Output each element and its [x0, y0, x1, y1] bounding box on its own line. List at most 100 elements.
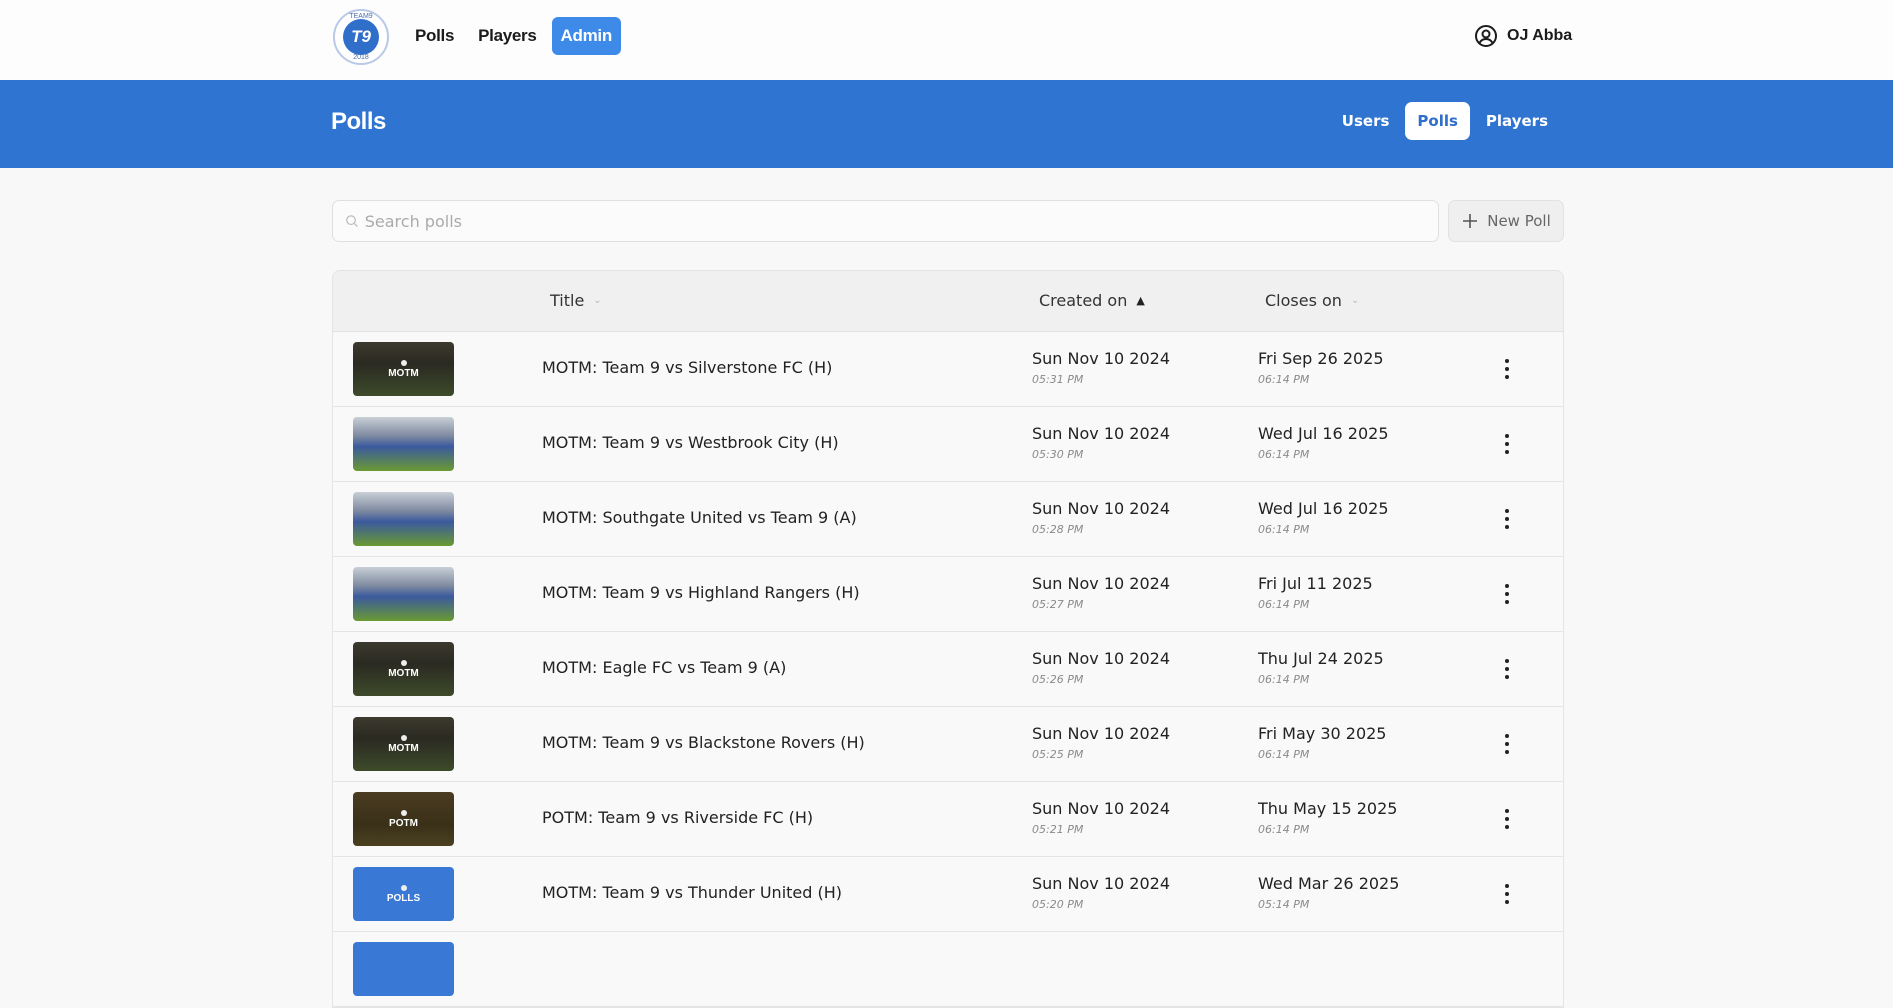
- created-date: Sun Nov 10 2024: [1032, 499, 1170, 518]
- more-options-icon[interactable]: [1501, 432, 1513, 456]
- poll-title[interactable]: MOTM: Team 9 vs Westbrook City (H): [542, 433, 839, 452]
- column-title-label: Title: [550, 291, 585, 310]
- more-options-icon[interactable]: [1501, 732, 1513, 756]
- chevron-up-icon: ▲: [1136, 294, 1145, 307]
- football-icon: [400, 809, 407, 816]
- plus-icon: [1463, 214, 1478, 228]
- created-date: Sun Nov 10 2024: [1032, 574, 1170, 593]
- poll-thumbnail: MOTM: [353, 717, 454, 771]
- new-poll-button[interactable]: New Poll: [1448, 200, 1564, 242]
- poll-thumbnail: [353, 942, 454, 996]
- chevron-down-icon: ⌄: [1350, 295, 1360, 306]
- polls-toolbar: New Poll: [332, 200, 1564, 242]
- football-icon: [400, 359, 407, 366]
- poll-title[interactable]: MOTM: Team 9 vs Thunder United (H): [542, 883, 842, 902]
- created-date: Sun Nov 10 2024: [1032, 649, 1170, 668]
- created-date: Sun Nov 10 2024: [1032, 799, 1170, 818]
- created-time: 05:31 PM: [1032, 373, 1084, 386]
- closes-date: Thu Jul 24 2025: [1258, 649, 1384, 668]
- closes-date: Wed Mar 26 2025: [1258, 874, 1400, 893]
- table-row[interactable]: MOTM MOTM: Team 9 vs Blackstone Rovers (H…: [333, 707, 1563, 782]
- thumbnail-label: MOTM: [388, 367, 419, 379]
- column-created-on[interactable]: Created on ▲: [1039, 291, 1145, 310]
- football-icon: [400, 734, 407, 741]
- poll-title[interactable]: MOTM: Team 9 vs Blackstone Rovers (H): [542, 733, 865, 752]
- closes-time: 06:14 PM: [1258, 523, 1310, 536]
- more-options-icon[interactable]: [1501, 582, 1513, 606]
- poll-title[interactable]: MOTM: Team 9 vs Silverstone FC (H): [542, 358, 832, 377]
- created-time: 05:27 PM: [1032, 598, 1084, 611]
- chevron-down-icon: ⌄: [593, 295, 602, 306]
- top-navbar: TEAM9 T9 2018 Polls Players Admin OJ Abb…: [0, 0, 1893, 80]
- closes-time: 05:14 PM: [1258, 898, 1310, 911]
- team-logo[interactable]: TEAM9 T9 2018: [333, 9, 389, 65]
- poll-title[interactable]: MOTM: Southgate United vs Team 9 (A): [542, 508, 857, 527]
- page-title: Polls: [331, 108, 386, 135]
- more-options-icon[interactable]: [1501, 657, 1513, 681]
- column-closes-label: Closes on: [1265, 291, 1342, 310]
- poll-thumbnail: POTM: [353, 792, 454, 846]
- thumbnail-label: MOTM: [388, 742, 419, 754]
- more-options-icon[interactable]: [1501, 357, 1513, 381]
- tab-users[interactable]: Users: [1330, 102, 1402, 140]
- closes-date: Wed Jul 16 2025: [1258, 424, 1389, 443]
- table-row[interactable]: MOTM: Team 9 vs Highland Rangers (H) Sun …: [333, 557, 1563, 632]
- table-row[interactable]: [333, 932, 1563, 1007]
- closes-time: 06:14 PM: [1258, 748, 1310, 761]
- poll-thumbnail: [353, 417, 454, 471]
- closes-time: 06:14 PM: [1258, 448, 1310, 461]
- user-circle-icon: [1475, 25, 1497, 47]
- more-options-icon[interactable]: [1501, 807, 1513, 831]
- poll-thumbnail: MOTM: [353, 342, 454, 396]
- closes-date: Fri Sep 26 2025: [1258, 349, 1384, 368]
- tab-players[interactable]: Players: [1474, 102, 1560, 140]
- search-box[interactable]: [332, 200, 1439, 242]
- polls-table: Title ⌄ Created on ▲ Closes on ⌄ MOTM MOT…: [332, 270, 1564, 1008]
- table-row[interactable]: MOTM MOTM: Eagle FC vs Team 9 (A) Sun Nov …: [333, 632, 1563, 707]
- created-date: Sun Nov 10 2024: [1032, 874, 1170, 893]
- logo-top-text: TEAM9: [349, 13, 373, 20]
- poll-thumbnail: POLLS: [353, 867, 454, 921]
- poll-title[interactable]: POTM: Team 9 vs Riverside FC (H): [542, 808, 813, 827]
- user-menu[interactable]: OJ Abba: [1474, 24, 1572, 48]
- more-options-icon[interactable]: [1501, 507, 1513, 531]
- poll-title[interactable]: MOTM: Team 9 vs Highland Rangers (H): [542, 583, 860, 602]
- table-row[interactable]: MOTM: Team 9 vs Westbrook City (H) Sun No…: [333, 407, 1563, 482]
- tab-polls[interactable]: Polls: [1405, 102, 1470, 140]
- more-options-icon[interactable]: [1501, 882, 1513, 906]
- football-icon: [400, 659, 407, 666]
- closes-date: Wed Jul 16 2025: [1258, 499, 1389, 518]
- table-body: MOTM MOTM: Team 9 vs Silverstone FC (H) Su…: [333, 332, 1563, 1007]
- closes-time: 06:14 PM: [1258, 373, 1310, 386]
- page-header: Polls Users Polls Players: [0, 80, 1893, 168]
- nav-players[interactable]: Players: [469, 17, 545, 55]
- closes-date: Thu May 15 2025: [1258, 799, 1398, 818]
- new-poll-label: New Poll: [1487, 212, 1551, 230]
- column-created-label: Created on: [1039, 291, 1128, 310]
- created-time: 05:25 PM: [1032, 748, 1084, 761]
- column-title[interactable]: Title ⌄: [550, 291, 602, 310]
- created-date: Sun Nov 10 2024: [1032, 349, 1170, 368]
- thumbnail-label: MOTM: [388, 667, 419, 679]
- table-row[interactable]: MOTM: Southgate United vs Team 9 (A) Sun …: [333, 482, 1563, 557]
- closes-date: Fri Jul 11 2025: [1258, 574, 1373, 593]
- thumbnail-label: POLLS: [386, 892, 421, 904]
- closes-time: 06:14 PM: [1258, 823, 1310, 836]
- logo-center: T9: [343, 19, 379, 55]
- poll-title[interactable]: MOTM: Eagle FC vs Team 9 (A): [542, 658, 786, 677]
- column-closes-on[interactable]: Closes on ⌄: [1265, 291, 1359, 310]
- table-row[interactable]: POTM POTM: Team 9 vs Riverside FC (H) Sun …: [333, 782, 1563, 857]
- created-date: Sun Nov 10 2024: [1032, 724, 1170, 743]
- nav-admin[interactable]: Admin: [551, 17, 621, 55]
- created-time: 05:30 PM: [1032, 448, 1084, 461]
- created-time: 05:26 PM: [1032, 673, 1084, 686]
- search-input[interactable]: [364, 211, 1438, 231]
- football-icon: [400, 884, 407, 891]
- table-row[interactable]: MOTM MOTM: Team 9 vs Silverstone FC (H) Su…: [333, 332, 1563, 407]
- closes-time: 06:14 PM: [1258, 673, 1310, 686]
- search-icon: [346, 215, 358, 228]
- poll-thumbnail: [353, 567, 454, 621]
- nav-polls[interactable]: Polls: [406, 17, 463, 55]
- created-date: Sun Nov 10 2024: [1032, 424, 1170, 443]
- table-row[interactable]: POLLS MOTM: Team 9 vs Thunder United (H) S…: [333, 857, 1563, 932]
